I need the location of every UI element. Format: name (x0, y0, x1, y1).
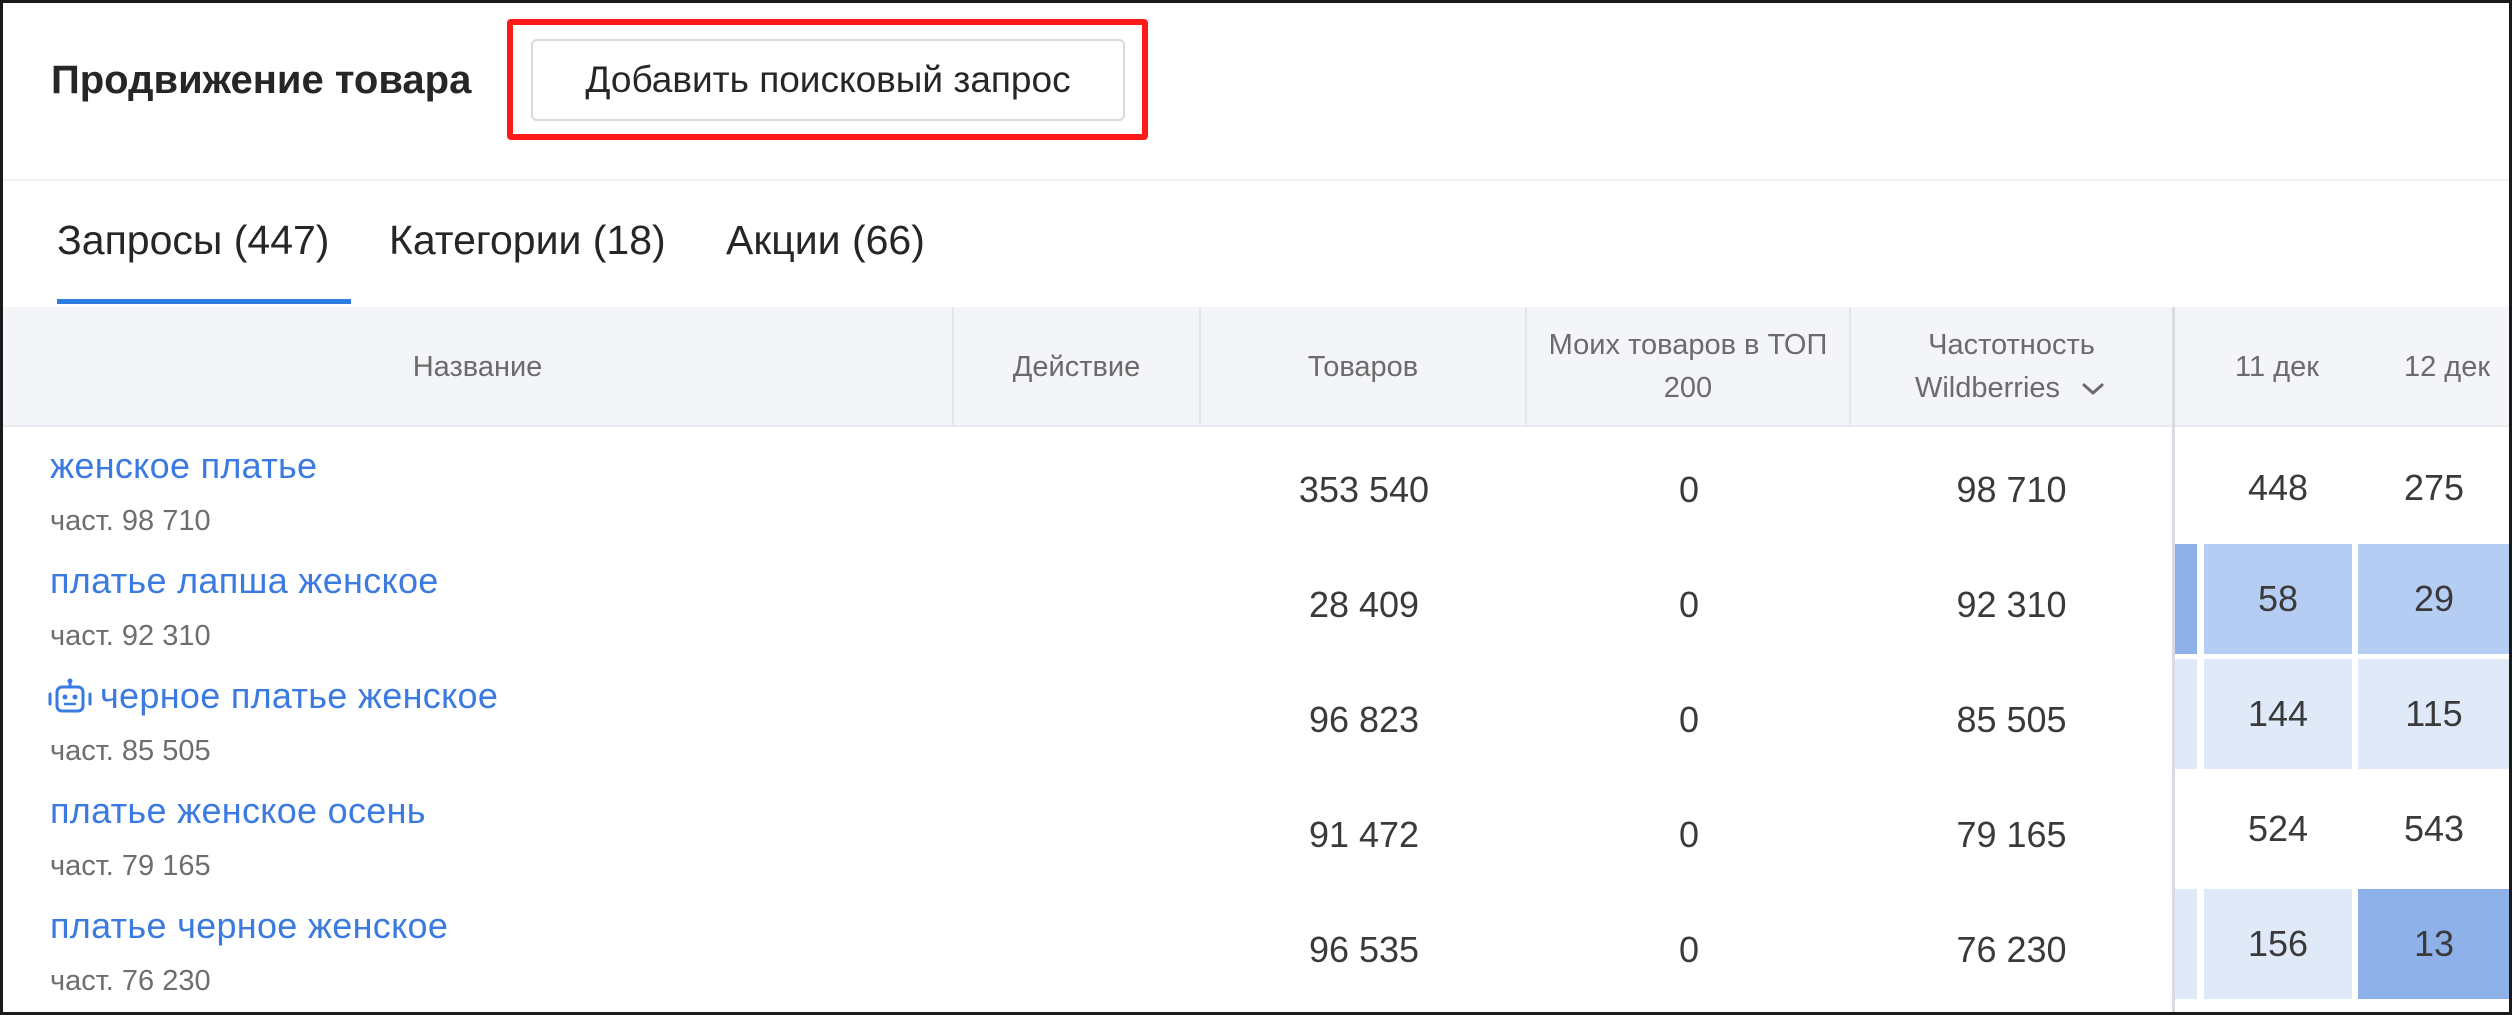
position-cell: 29 (2358, 544, 2509, 654)
frequency-value: 79 165 (1956, 814, 2067, 855)
products-count: 91 472 (1308, 814, 1420, 855)
column-header-action-label: Действие (1012, 350, 1141, 383)
products-count: 96 535 (1308, 929, 1420, 970)
position-cell-edge (2175, 544, 2197, 654)
app-window: Продвижение товара Добавить поисковый за… (0, 0, 2512, 1015)
frequency-value: 92 310 (1956, 584, 2067, 625)
tab-categories[interactable]: Категории (18) (389, 217, 666, 264)
column-header-name[interactable]: Название (3, 307, 954, 427)
column-header-date-1-label: 11 дек (2235, 350, 2319, 383)
column-header-frequency-line1: Частотность (1928, 329, 2095, 361)
my-top-count: 0 (1678, 699, 1700, 740)
my-top-count: 0 (1678, 929, 1700, 970)
table-header: Название Действие Товаров Моих товаров в… (3, 307, 2509, 427)
position-cell: 543 (2358, 774, 2509, 884)
my-top-count: 0 (1678, 469, 1700, 510)
position-cell-edge (2175, 889, 2197, 999)
table-row: платье лапша женское част. 92 310 28 409… (3, 542, 2509, 657)
column-header-date-2[interactable]: 12 дек (2379, 307, 2509, 427)
chevron-down-icon[interactable] (2078, 379, 2108, 399)
frequency-value: 98 710 (1956, 469, 2067, 510)
table-row: платье женское осень част. 79 165 91 472… (3, 772, 2509, 887)
table-row: черное платье женское част. 85 505 96 82… (3, 657, 2509, 772)
products-count: 353 540 (1298, 469, 1430, 510)
column-header-frequency-line2: Wildberries (1914, 372, 2061, 404)
column-header-my-top[interactable]: Моих товаров в ТОП 200 (1527, 307, 1851, 427)
page-title: Продвижение товара (51, 58, 472, 102)
add-search-query-button[interactable]: Добавить поисковый запрос (531, 39, 1125, 121)
column-header-my-top-line1: Моих товаров в ТОП (1548, 329, 1828, 361)
column-header-my-top-line2: 200 (1663, 372, 1713, 404)
my-top-count: 0 (1678, 584, 1700, 625)
query-link[interactable]: платье черное женское (50, 905, 448, 947)
page-header: Продвижение товара Добавить поисковый за… (3, 3, 2509, 181)
tab-promotions[interactable]: Акции (66) (726, 217, 925, 264)
my-top-count: 0 (1678, 814, 1700, 855)
column-header-date-1[interactable]: 11 дек (2175, 307, 2379, 427)
position-cell: 448 (2204, 433, 2352, 543)
query-link[interactable]: платье лапша женское (50, 560, 439, 602)
tab-bar: Запросы (447) Категории (18) Акции (66) (3, 181, 2509, 307)
position-cell: 524 (2204, 774, 2352, 884)
query-link[interactable]: платье женское осень (50, 790, 426, 832)
query-frequency-label: част. 76 230 (50, 965, 211, 997)
query-frequency-label: част. 85 505 (50, 735, 211, 767)
tab-queries[interactable]: Запросы (447) (57, 217, 329, 264)
position-cell: 144 (2204, 659, 2352, 769)
robot-icon (48, 678, 92, 713)
position-cell: 58 (2204, 544, 2352, 654)
query-frequency-label: част. 92 310 (50, 620, 211, 652)
frequency-value: 76 230 (1956, 929, 2067, 970)
column-header-frequency[interactable]: Частотность Wildberries (1851, 307, 2172, 427)
column-header-date-2-label: 12 дек (2403, 350, 2491, 383)
column-header-products[interactable]: Товаров (1201, 307, 1527, 427)
position-cell: 275 (2358, 433, 2509, 543)
position-cell: 156 (2204, 889, 2352, 999)
products-count: 28 409 (1308, 584, 1420, 625)
query-link[interactable]: женское платье (50, 445, 317, 487)
query-frequency-label: част. 98 710 (50, 505, 211, 537)
frequency-value: 85 505 (1956, 699, 2067, 740)
column-header-name-label: Название (412, 350, 543, 383)
active-tab-indicator (57, 299, 351, 304)
table-row: платье черное женское част. 76 230 96 53… (3, 887, 2509, 1002)
query-frequency-label: част. 79 165 (50, 850, 211, 882)
date-columns-divider (2172, 307, 2175, 1012)
query-link[interactable]: черное платье женское (100, 675, 498, 717)
position-cell: 13 (2358, 889, 2509, 999)
position-cell: 115 (2358, 659, 2509, 769)
table-row: женское платье част. 98 710 353 540 0 98… (3, 427, 2509, 543)
column-header-products-label: Товаров (1307, 350, 1419, 383)
products-count: 96 823 (1308, 699, 1420, 740)
column-header-action[interactable]: Действие (954, 307, 1201, 427)
position-cell-edge (2175, 659, 2197, 769)
